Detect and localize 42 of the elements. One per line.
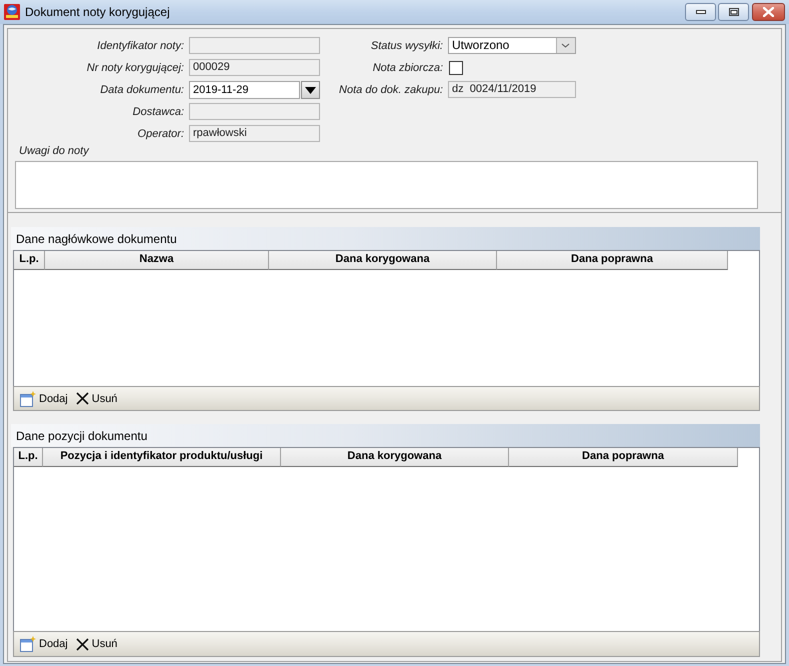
minimize-icon — [696, 10, 706, 14]
field-label: Identyfikator noty: — [96, 40, 184, 52]
new-document-icon — [20, 636, 36, 652]
new-document-icon — [20, 390, 36, 406]
window-title: Dokument noty korygującej — [25, 5, 170, 19]
section-header: Dane nagłówkowe dokumentu — [11, 227, 760, 250]
add-button[interactable]: Dodaj — [17, 388, 71, 408]
remove-button[interactable]: Usuń — [72, 388, 120, 408]
add-button[interactable]: Dodaj — [17, 634, 71, 654]
close-button[interactable] — [752, 3, 785, 21]
field-label: Nota do dok. zakupu: — [338, 84, 443, 96]
close-icon — [763, 7, 774, 17]
column-header[interactable]: L.p. — [14, 448, 43, 467]
field-label: Nr noty korygującej: — [86, 62, 184, 74]
field-label: Nota zbiorcza: — [372, 62, 443, 74]
notes-label: Uwagi do noty — [19, 145, 89, 157]
field-label: Status wysyłki: — [370, 40, 443, 52]
column-header[interactable]: Nazwa — [45, 251, 269, 270]
column-header[interactable]: Pozycja i identyfikator produktu/usługi — [43, 448, 281, 467]
maximize-icon — [728, 8, 738, 16]
field-label: Operator: — [136, 128, 184, 140]
remove-button[interactable]: Usuń — [72, 634, 120, 654]
checkbox[interactable] — [449, 60, 463, 74]
maximize-button[interactable] — [718, 3, 749, 21]
field-label: Dostawca: — [132, 106, 184, 118]
triangle-down-icon — [305, 86, 316, 94]
column-header[interactable]: Dana poprawna — [497, 251, 728, 270]
column-header[interactable]: Dana poprawna — [509, 448, 738, 467]
notes-field[interactable] — [15, 161, 758, 209]
x-icon — [76, 638, 89, 650]
date-dropdown-button[interactable] — [301, 81, 320, 99]
section-header: Dane pozycji dokumentu — [11, 424, 760, 447]
x-icon — [76, 392, 89, 405]
column-header[interactable]: Dana korygowana — [281, 448, 509, 467]
column-header[interactable]: Dana korygowana — [269, 251, 497, 270]
minimize-button[interactable] — [685, 3, 716, 21]
column-header[interactable]: L.p. — [14, 251, 45, 270]
field-label: Data dokumentu: — [99, 84, 184, 96]
status-select[interactable]: Utworzono — [448, 37, 576, 54]
app-logo-icon — [4, 4, 20, 20]
date-field[interactable]: 2019-11-29 — [189, 81, 300, 99]
chevron-down-icon — [556, 38, 575, 53]
